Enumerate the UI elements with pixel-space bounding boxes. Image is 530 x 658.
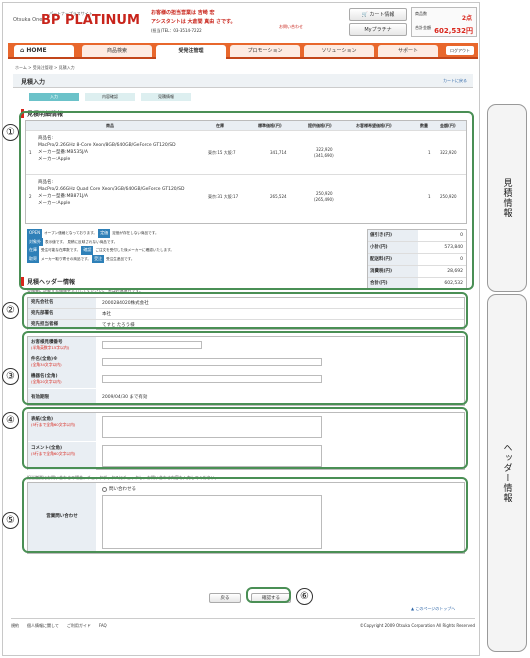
logo-small: Otsuka One	[13, 17, 43, 23]
inquiry-link[interactable]: お問い合わせ	[279, 24, 303, 30]
nav-item-product-search[interactable]: 商品検索	[82, 45, 152, 57]
notice-line1: お客様の担当営業は 吉崎 宏	[151, 10, 215, 16]
callout-recipient	[22, 292, 468, 329]
side-tab-header-label: ヘッダー情報	[501, 443, 512, 503]
logo[interactable]: Otsuka One BP PLATINUM パートナープラスサイト	[13, 11, 140, 35]
footer-link-guide[interactable]: ご利用ガイド	[67, 623, 91, 629]
total-label: 合計金額	[415, 25, 431, 30]
callout-detail	[19, 111, 474, 290]
callout-confirm	[246, 587, 291, 603]
callout-fields	[22, 331, 468, 405]
myplatinum-label: Myプラチナ	[364, 27, 392, 33]
nav-item-support[interactable]: サポート	[378, 45, 438, 57]
nav-bar: ⌂ HOME 商品検索 受発注管理 プロモーション ソリューション サポート ロ…	[8, 43, 478, 59]
callout-number-4: ④	[2, 412, 19, 429]
breadcrumb[interactable]: ホーム > 受発注管理 > 見積入力	[15, 65, 75, 71]
callout-number-6: ⑥	[296, 588, 313, 605]
footer-links: 規約 個人情報に関して ご利用ガイド FAQ	[11, 623, 107, 629]
page-title: 見積入力	[21, 79, 46, 86]
step-input: 入力	[29, 93, 79, 101]
callout-number-3: ③	[2, 368, 19, 385]
side-tab-quote-label: 見積情報	[501, 178, 512, 218]
page-top-label: このページのトップへ	[415, 606, 456, 611]
callout-comment	[22, 407, 468, 469]
total-value: 602,532円	[434, 27, 473, 35]
copyright: ©Copyright 2009 Otsuka Corporation All R…	[359, 623, 475, 628]
nav-item-solution[interactable]: ソリューション	[304, 45, 374, 57]
back-to-cart-link[interactable]: カートに戻る	[443, 78, 467, 84]
back-button[interactable]: 戻る	[209, 593, 241, 603]
step-confirm: 内容確認	[85, 93, 135, 101]
side-tab-quote-info: 見積情報	[487, 104, 527, 292]
nav-item-order-management[interactable]: 受発注管理	[156, 45, 226, 59]
cart-icon: 🛒	[361, 12, 368, 18]
footer-link-faq[interactable]: FAQ	[99, 623, 107, 629]
nav-home[interactable]: ⌂ HOME	[14, 45, 74, 57]
home-icon: ⌂	[20, 47, 25, 54]
footer-link-terms[interactable]: 規約	[11, 623, 19, 629]
cart-button[interactable]: 🛒 カート情報	[349, 8, 407, 21]
notice: お客様の担当営業は 吉崎 宏 アシスタントは 大倉間 真由 さです。 (担当)T…	[151, 9, 311, 34]
callout-number-5: ⑤	[2, 512, 19, 529]
myplatinum-button[interactable]: Myプラチナ	[349, 23, 407, 36]
cart-summary: 商品数 2点 合計金額 602,532円	[411, 7, 477, 37]
cart-label: カート情報	[369, 12, 395, 18]
footer-link-privacy[interactable]: 個人情報に関して	[27, 623, 59, 629]
step-quote: 見積情報	[141, 93, 191, 101]
logout-button[interactable]: ログアウト	[446, 46, 474, 55]
nav-home-label: HOME	[26, 47, 47, 54]
side-tab-header-info: ヘッダー情報	[487, 294, 527, 652]
nav-item-promotion[interactable]: プロモーション	[230, 45, 300, 57]
callout-number-2: ②	[2, 302, 19, 319]
step-indicator: 入力 内容確認 見積情報	[29, 93, 191, 101]
footer: 規約 個人情報に関して ご利用ガイド FAQ ©Copyright 2009 O…	[11, 618, 475, 629]
item-count: 2点	[461, 15, 472, 22]
logo-sub: パートナープラスサイト	[49, 11, 93, 16]
page-top-link[interactable]: ▲ このページのトップへ	[411, 606, 455, 612]
page-frame: Otsuka One BP PLATINUM パートナープラスサイト お客様の担…	[2, 2, 480, 656]
callout-number-1: ①	[2, 124, 19, 141]
item-count-label: 商品数	[415, 11, 427, 16]
callout-inquiry	[22, 477, 468, 553]
page-title-bar: 見積入力 カートに戻る	[13, 74, 473, 88]
